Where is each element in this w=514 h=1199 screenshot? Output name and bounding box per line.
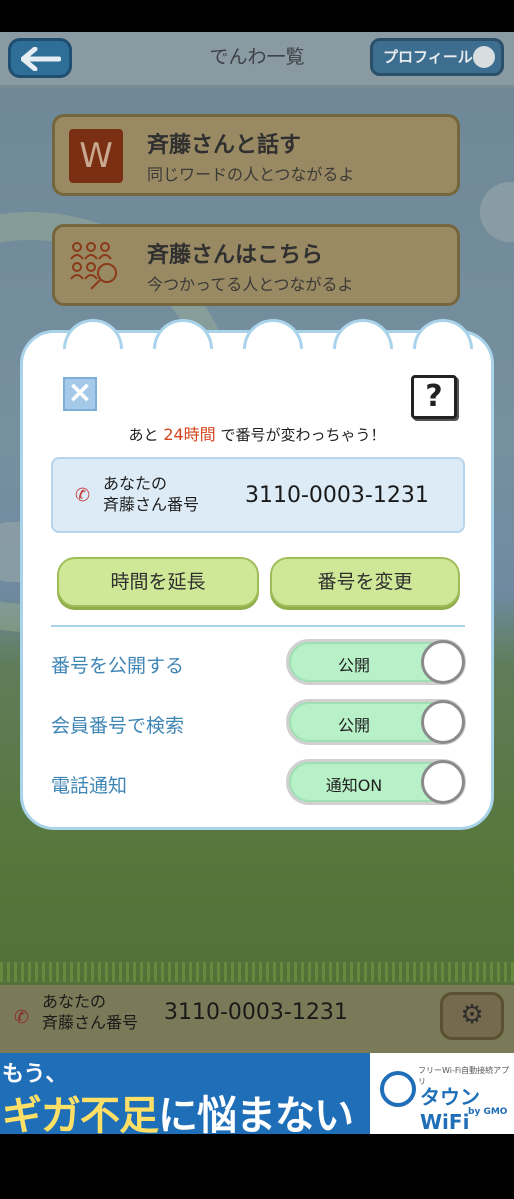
bottom-number-label: あなたの 斉藤さん番号 — [42, 991, 138, 1033]
profile-button[interactable]: プロフィール — [370, 38, 504, 76]
notice-suffix: で番号が変わっちゃう！ — [220, 426, 386, 444]
bottom-label-line2: 斉藤さん番号 — [42, 1013, 139, 1032]
toggle-value: 通知ON — [325, 776, 383, 795]
ad-by: by GMO — [468, 1107, 508, 1117]
toggle-knob[interactable] — [421, 640, 465, 684]
ad-headline-a: ギガ不足 — [2, 1093, 159, 1134]
status-bar — [0, 0, 514, 32]
cat-icon — [473, 46, 495, 68]
phone-icon: ✆ — [75, 485, 91, 506]
toggle-value: 公開 — [337, 716, 370, 735]
member-search-toggle[interactable]: 公開 — [286, 699, 466, 745]
grass-decoration — [0, 962, 514, 982]
bottom-label-line1: あなたの — [42, 992, 107, 1011]
ad-banner[interactable]: もう、 ギガ不足に悩まない フリーWi-Fi自動接続アプリ タウンWiFi by… — [0, 1053, 514, 1134]
settings-button[interactable]: ⚙ — [440, 992, 504, 1040]
menu-item-here[interactable]: 斉藤さんはこちら 今つかってる人とつながるよ — [52, 224, 460, 306]
ad-headline-c: 悩まない — [197, 1093, 354, 1134]
number-dialog: × ? あと 24時間 で番号が変わっちゃう！ ✆ あなたの 斉藤さん番号 31… — [20, 319, 494, 830]
number-display: ✆ あなたの 斉藤さん番号 3110-0003-1231 — [51, 457, 465, 533]
menu-item-subtitle: 同じワードの人とつながるよ — [147, 165, 355, 184]
people-search-icon — [70, 242, 117, 290]
cloud-decoration — [480, 182, 514, 242]
phone-number: 3110-0003-1231 — [245, 483, 429, 508]
number-label: あなたの 斉藤さん番号 — [103, 473, 199, 515]
ad-headline: ギガ不足に悩まない — [2, 1083, 354, 1134]
setting-label-notify: 電話通知 — [51, 775, 128, 797]
ad-brand-panel: フリーWi-Fi自動接続アプリ タウンWiFi by GMO — [370, 1053, 514, 1134]
number-label-line1: あなたの — [103, 474, 168, 493]
setting-label-publish: 番号を公開する — [51, 655, 185, 677]
notice-prefix: あと — [128, 426, 159, 444]
gear-icon: ⚙ — [460, 1000, 484, 1030]
profile-button-label: プロフィール — [383, 48, 473, 66]
divider — [51, 625, 465, 627]
publish-number-toggle[interactable]: 公開 — [286, 639, 466, 685]
toggle-value: 公開 — [337, 656, 370, 675]
notice-hours: 24時間 — [163, 425, 216, 444]
bottom-phone-number: 3110-0003-1231 — [164, 1000, 348, 1025]
close-icon: × — [67, 375, 93, 410]
w-icon: W — [69, 129, 123, 183]
ad-headline-b: に — [158, 1093, 198, 1134]
call-notification-toggle[interactable]: 通知ON — [286, 759, 466, 805]
toggle-knob[interactable] — [421, 700, 465, 744]
setting-label-search: 会員番号で検索 — [51, 715, 185, 737]
app-header: でんわ一覧 プロフィール — [0, 32, 514, 88]
change-number-button[interactable]: 番号を変更 — [270, 557, 460, 607]
phone-icon: ✆ — [14, 1007, 30, 1028]
toggle-knob[interactable] — [421, 760, 465, 804]
menu-item-subtitle: 今つかってる人とつながるよ — [147, 275, 354, 294]
help-button[interactable]: ? — [411, 375, 457, 419]
close-button[interactable]: × — [63, 377, 97, 411]
system-nav-bar — [0, 1134, 514, 1199]
bottom-number-bar: ✆ あなたの 斉藤さん番号 3110-0003-1231 ⚙ — [0, 985, 514, 1053]
menu-item-title: 斉藤さんと話す — [147, 133, 302, 158]
extend-time-button[interactable]: 時間を延長 — [57, 557, 259, 607]
number-label-line2: 斉藤さん番号 — [103, 495, 200, 514]
menu-item-title: 斉藤さんはこちら — [147, 243, 324, 268]
expiry-notice: あと 24時間 で番号が変わっちゃう！ — [23, 421, 491, 445]
question-icon: ? — [425, 379, 443, 414]
wifi-icon — [380, 1071, 416, 1107]
menu-item-talk[interactable]: W 斉藤さんと話す 同じワードの人とつながるよ — [52, 114, 460, 196]
